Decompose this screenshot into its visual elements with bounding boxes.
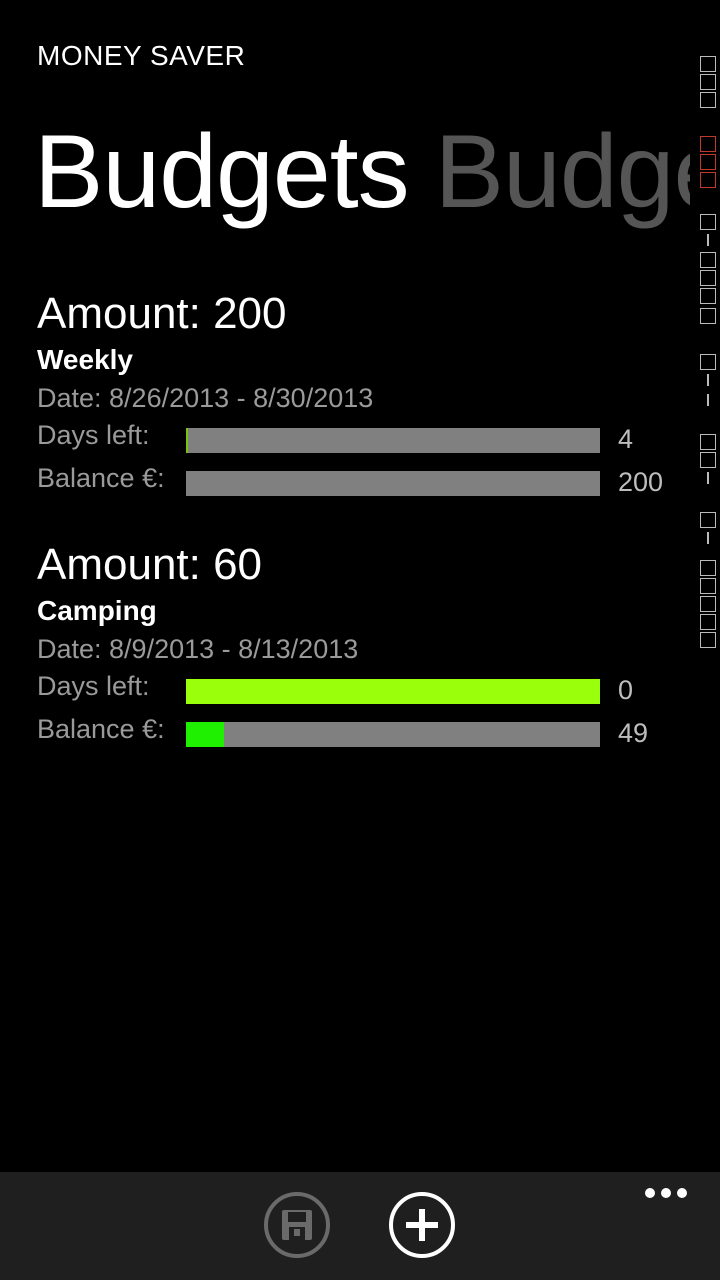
balance-label: Balance €: xyxy=(37,463,165,493)
frame-rate-counter xyxy=(698,52,720,652)
budget-amount: Amount: 60 xyxy=(37,540,263,589)
budget-amount: Amount: 200 xyxy=(37,289,287,338)
days-left-value: 4 xyxy=(618,424,634,454)
app-title: MONEY SAVER xyxy=(37,40,246,71)
balance-value: 49 xyxy=(618,718,649,748)
days-left-row: Days left: 4 xyxy=(37,418,677,461)
days-left-label: Days left: xyxy=(37,420,150,450)
days-left-row: Days left: 0 xyxy=(37,669,677,712)
budget-date: Date: 8/9/2013 - 8/13/2013 xyxy=(37,634,359,664)
days-left-progress-bar xyxy=(186,679,600,704)
balance-row: Balance €: 49 xyxy=(37,712,677,755)
more-icon xyxy=(645,1188,655,1198)
budget-item[interactable]: Amount: 200 Weekly Date: 8/26/2013 - 8/3… xyxy=(37,288,677,504)
balance-progress-fill xyxy=(186,722,224,747)
pivot-item-next[interactable]: Budge xyxy=(435,114,690,230)
budget-name: Camping xyxy=(37,595,157,626)
pivot-header-clip: BudgetsBudge xyxy=(0,100,690,250)
balance-value: 200 xyxy=(618,467,664,497)
days-left-progress-fill xyxy=(186,428,188,453)
more-button[interactable] xyxy=(643,1186,689,1200)
save-button[interactable] xyxy=(264,1192,330,1258)
budget-name: Weekly xyxy=(37,344,133,375)
add-icon xyxy=(406,1209,438,1241)
days-left-progress-bar xyxy=(186,428,600,453)
balance-progress-bar xyxy=(186,471,600,496)
pivot-header: BudgetsBudge xyxy=(34,112,690,232)
screen: MONEY SAVER BudgetsBudge Amount: 200 Wee… xyxy=(0,0,720,1280)
balance-progress-bar xyxy=(186,722,600,747)
days-left-value: 0 xyxy=(618,675,634,705)
balance-label: Balance €: xyxy=(37,714,165,744)
balance-row: Balance €: 200 xyxy=(37,461,677,504)
pivot-item-budgets[interactable]: Budgets xyxy=(34,114,410,230)
budget-item[interactable]: Amount: 60 Camping Date: 8/9/2013 - 8/13… xyxy=(37,539,677,755)
days-left-progress-fill xyxy=(186,679,600,704)
budget-date: Date: 8/26/2013 - 8/30/2013 xyxy=(37,383,374,413)
save-icon xyxy=(282,1210,312,1240)
add-button[interactable] xyxy=(389,1192,455,1258)
app-bar xyxy=(0,1172,720,1280)
days-left-label: Days left: xyxy=(37,671,150,701)
